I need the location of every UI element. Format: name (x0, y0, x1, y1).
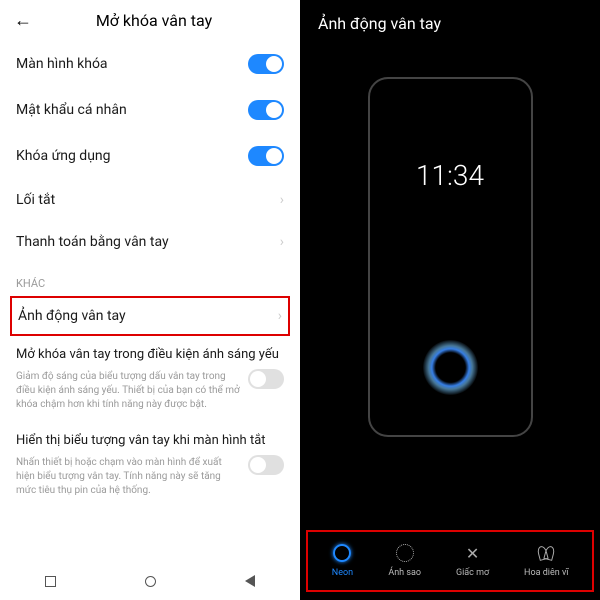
clock-display: 11:34 (416, 159, 484, 192)
fingerprint-animation-icon (423, 340, 478, 395)
chevron-right-icon: › (280, 234, 284, 250)
back-icon[interactable]: ← (14, 10, 32, 31)
row-app-lock[interactable]: Khóa ứng dụng (0, 133, 300, 179)
row-label: Hiển thị biểu tượng vân tay khi màn hình… (16, 432, 266, 450)
header: ← Mở khóa vân tay (0, 0, 300, 41)
style-label: Giấc mơ (456, 568, 489, 578)
chevron-right-icon: › (278, 308, 282, 324)
section-label-other: KHÁC (0, 263, 300, 296)
style-selector: Neon Ánh sao ✕ Giấc mơ Hoa diên vĩ (306, 530, 594, 592)
style-label: Hoa diên vĩ (524, 568, 569, 578)
settings-panel: ← Mở khóa vân tay Màn hình khóa Mật khẩu… (0, 0, 300, 600)
row-label: Ảnh động vân tay (18, 308, 126, 324)
animation-preview-panel: Ảnh động vân tay 11:34 Neon Ánh sao ✕ Gi… (300, 0, 600, 600)
butterfly-icon (535, 542, 557, 564)
row-label: Thanh toán bằng vân tay (16, 234, 169, 250)
row-label: Mật khẩu cá nhân (16, 102, 127, 118)
row-shortcut[interactable]: Lối tắt › (0, 179, 300, 221)
style-starlight[interactable]: Ánh sao (388, 542, 421, 578)
toggle-on[interactable] (248, 100, 284, 120)
row-lowlight[interactable]: Mở khóa vân tay trong điều kiện ánh sáng… (0, 336, 300, 422)
style-neon[interactable]: Neon (331, 542, 353, 578)
row-label: Khóa ứng dụng (16, 148, 111, 164)
back-button[interactable] (241, 572, 259, 590)
toggle-on[interactable] (248, 146, 284, 166)
style-dream[interactable]: ✕ Giấc mơ (456, 542, 489, 578)
page-title: Mở khóa vân tay (52, 11, 256, 30)
style-label: Neon (332, 568, 353, 578)
row-label: Màn hình khóa (16, 56, 108, 72)
row-payment[interactable]: Thanh toán bằng vân tay › (0, 221, 300, 263)
android-nav-bar (0, 564, 300, 600)
chevron-right-icon: › (280, 192, 284, 208)
page-title: Ảnh động vân tay (300, 0, 600, 47)
toggle-off[interactable] (248, 369, 284, 389)
style-label: Ánh sao (388, 568, 421, 578)
phone-preview: 11:34 (368, 77, 533, 437)
row-lock-screen[interactable]: Màn hình khóa (0, 41, 300, 87)
neon-icon (331, 542, 353, 564)
recent-apps-button[interactable] (41, 572, 59, 590)
starlight-icon (394, 542, 416, 564)
row-password[interactable]: Mật khẩu cá nhân (0, 87, 300, 133)
row-animation[interactable]: Ảnh động vân tay › (10, 296, 290, 336)
dream-icon: ✕ (462, 542, 484, 564)
home-button[interactable] (141, 572, 159, 590)
toggle-on[interactable] (248, 54, 284, 74)
row-label: Lối tắt (16, 192, 55, 208)
toggle-off[interactable] (248, 455, 284, 475)
style-butterfly[interactable]: Hoa diên vĩ (524, 542, 569, 578)
row-label: Mở khóa vân tay trong điều kiện ánh sáng… (16, 346, 279, 364)
row-showicon[interactable]: Hiển thị biểu tượng vân tay khi màn hình… (0, 422, 300, 508)
